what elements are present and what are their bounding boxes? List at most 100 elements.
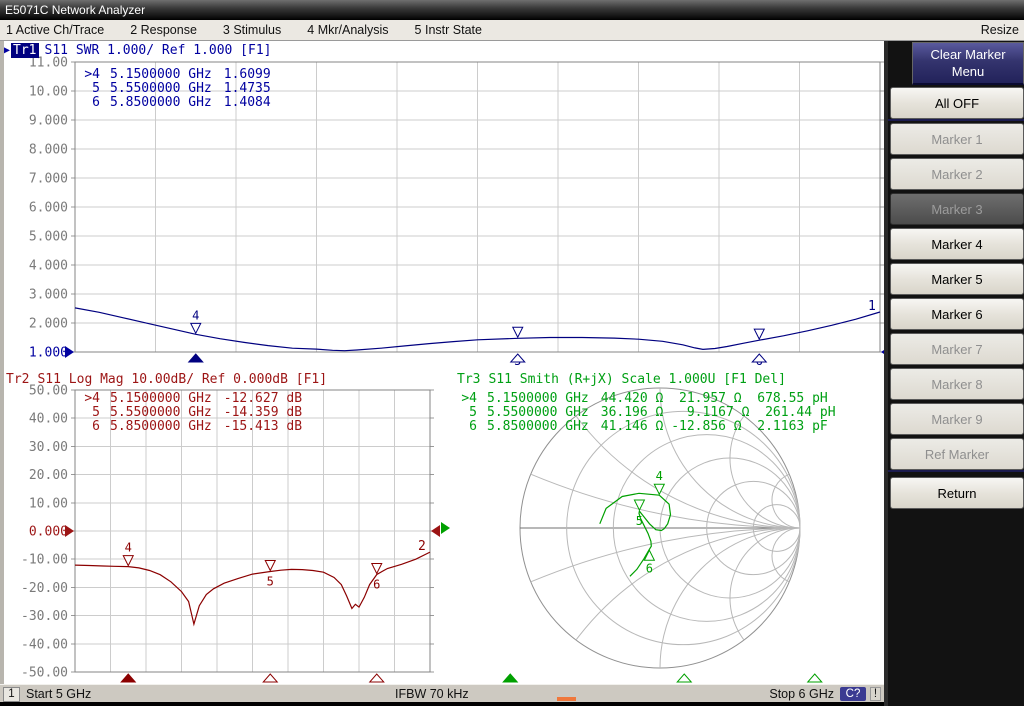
marker-value: 1.4084 xyxy=(224,96,271,110)
svg-text:40.00: 40.00 xyxy=(29,412,68,427)
marker-4-label: 4 xyxy=(192,308,199,322)
softkey-marker-4[interactable]: Marker 4 xyxy=(890,228,1024,260)
reference-level-arrow-left xyxy=(65,525,74,537)
trace-name-chip[interactable]: Tr2 xyxy=(4,372,31,387)
window-frame-edge xyxy=(0,41,4,684)
channel-number-box: 1 xyxy=(3,687,20,702)
marker-stimulus: 5.5500000 GHz xyxy=(110,82,212,96)
marker-readout-tr3: >45.1500000 GHz44.420 Ω 21.957 Ω 678.55 … xyxy=(455,392,836,434)
app-window: E5071C Network Analyzer 1 Active Ch/Trac… xyxy=(0,0,1024,706)
marker-stimulus: 5.8500000 GHz xyxy=(110,96,212,110)
marker-4-icon xyxy=(654,484,664,494)
marker-4-icon xyxy=(123,556,133,566)
softkey-marker-5[interactable]: Marker 5 xyxy=(890,263,1024,295)
marker-number: >4 xyxy=(455,392,477,406)
svg-text:10.00: 10.00 xyxy=(29,85,68,100)
smith-reference-arrow xyxy=(441,522,450,534)
trace-format-text: S11 SWR 1.000/ Ref 1.000 [F1] xyxy=(45,43,272,58)
marker-number: 6 xyxy=(78,96,100,110)
softkey-marker-2[interactable]: Marker 2 xyxy=(890,158,1024,190)
marker-number: 6 xyxy=(78,420,100,434)
sweep-indicator xyxy=(557,697,576,701)
marker-4-icon xyxy=(191,323,201,333)
marker-stimulus: 5.8500000 GHz xyxy=(110,420,212,434)
reference-level-arrow-right xyxy=(431,525,440,537)
status-bar: 1 Start 5 GHz IFBW 70 kHz Stop 6 GHz C? … xyxy=(0,684,884,702)
marker-value: 41.146 Ω -12.856 Ω 2.1163 pF xyxy=(601,420,828,434)
marker-5-icon xyxy=(513,327,523,337)
marker-number: 5 xyxy=(455,406,477,420)
svg-text:-20.00: -20.00 xyxy=(21,581,68,596)
svg-text:4.000: 4.000 xyxy=(29,259,68,274)
svg-text:5.000: 5.000 xyxy=(29,230,68,245)
marker-readout-row: 6 5.8500000 GHz 1.4084 xyxy=(78,96,271,110)
marker-stimulus: 5.1500000 GHz xyxy=(110,392,212,406)
trace-format-text: S11 Smith (R+jX) Scale 1.000U [F1 Del] xyxy=(488,372,785,387)
marker-stimulus-triangle xyxy=(189,354,203,362)
marker-readout-row: 55.5500000 GHz1.4735 xyxy=(78,82,271,96)
softkey-scroll-strip xyxy=(884,41,888,706)
menu-item-5-instr-state[interactable]: 5 Instr State xyxy=(415,23,482,37)
marker-6-label: 6 xyxy=(646,561,653,575)
marker-number: >4 xyxy=(78,68,100,82)
marker-stimulus: 5.5500000 GHz xyxy=(487,406,589,420)
marker-stimulus: 5.8500000 GHz xyxy=(487,420,589,434)
softkey-marker-1[interactable]: Marker 1 xyxy=(890,123,1024,155)
plots-svg: 11.0010.009.0008.0007.0006.0005.0004.000… xyxy=(0,41,884,684)
svg-text:-40.00: -40.00 xyxy=(21,637,68,652)
tr1-trace-number-label: 1 xyxy=(868,299,876,314)
marker-readout-row: >45.1500000 GHz44.420 Ω 21.957 Ω 678.55 … xyxy=(455,392,836,406)
marker-stimulus: 5.1500000 GHz xyxy=(110,68,212,82)
tr2-trace-number-label: 2 xyxy=(418,539,426,554)
marker-readout-row: 55.5500000 GHz36.196 Ω 9.1167 Ω 261.44 p… xyxy=(455,406,836,420)
marker-stimulus: 5.5500000 GHz xyxy=(110,406,212,420)
channel-window: 11.0010.009.0008.0007.0006.0005.0004.000… xyxy=(0,41,884,684)
svg-text:3.000: 3.000 xyxy=(29,288,68,303)
menu-item-2-response[interactable]: 2 Response xyxy=(130,23,197,37)
svg-text:-50.00: -50.00 xyxy=(21,666,68,681)
marker-stimulus-triangle xyxy=(263,674,277,682)
softkey-return[interactable]: Return xyxy=(890,477,1024,509)
marker-readout-row: >45.1500000 GHz1.6099 xyxy=(78,68,271,82)
softkey-menu-title: Clear Marker Menu xyxy=(912,42,1024,85)
marker-5-label: 5 xyxy=(267,574,274,588)
softkey-marker-8[interactable]: Marker 8 xyxy=(890,368,1024,400)
marker-value: 1.4735 xyxy=(224,82,271,96)
marker-readout-row: 65.8500000 GHz-15.413 dB xyxy=(78,420,302,434)
trace-name-chip[interactable]: Tr3 xyxy=(455,372,482,387)
menu-bar: 1 Active Ch/Trace 2 Response 3 Stimulus 4 M… xyxy=(0,20,1024,41)
marker-readout-row: 55.5500000 GHz-14.359 dB xyxy=(78,406,302,420)
svg-text:8.000: 8.000 xyxy=(29,143,68,158)
marker-number: >4 xyxy=(78,392,100,406)
softkey-separator xyxy=(888,119,1024,121)
menu-item-1-active-ch-trace[interactable]: 1 Active Ch/Trace xyxy=(6,23,104,37)
softkey-marker-3[interactable]: Marker 3 xyxy=(890,193,1024,225)
marker-stimulus-triangle xyxy=(121,674,135,682)
tr1-y-axis-labels: 11.0010.009.0008.0007.0006.0005.0004.000… xyxy=(29,56,68,361)
marker-stimulus: 5.1500000 GHz xyxy=(487,392,589,406)
softkey-marker-6[interactable]: Marker 6 xyxy=(890,298,1024,330)
status-stop-frequency: Stop 6 GHz xyxy=(769,687,834,701)
marker-stimulus-triangle xyxy=(677,674,691,682)
trace-header-tr1: ▶Tr1S11 SWR 1.000/ Ref 1.000 [F1] xyxy=(4,42,272,58)
softkey-all-off[interactable]: All OFF xyxy=(890,87,1024,119)
menu-item-3-stimulus[interactable]: 3 Stimulus xyxy=(223,23,281,37)
svg-text:1.000: 1.000 xyxy=(29,346,68,361)
title-bar[interactable]: E5071C Network Analyzer xyxy=(0,0,1024,20)
trace-format-text: S11 Log Mag 10.00dB/ Ref 0.000dB [F1] xyxy=(37,372,327,387)
marker-4-label: 4 xyxy=(125,541,132,555)
softkey-marker-7[interactable]: Marker 7 xyxy=(890,333,1024,365)
window-title: E5071C Network Analyzer xyxy=(5,3,145,17)
marker-6-icon xyxy=(754,329,764,339)
softkey-separator xyxy=(888,470,1024,472)
menu-item-4-mkr-analysis[interactable]: 4 Mkr/Analysis xyxy=(307,23,388,37)
marker-readout-row: >45.1500000 GHz-12.627 dB xyxy=(78,392,302,406)
marker-stimulus-triangle xyxy=(370,674,384,682)
softkey-marker-9[interactable]: Marker 9 xyxy=(890,403,1024,435)
marker-stimulus-triangle xyxy=(511,354,525,362)
trace-name-chip[interactable]: Tr1 xyxy=(11,43,38,58)
marker-readout-row: 65.8500000 GHz41.146 Ω -12.856 Ω 2.1163 … xyxy=(455,420,836,434)
svg-text:-30.00: -30.00 xyxy=(21,609,68,624)
menu-item-resize[interactable]: Resize xyxy=(981,20,1019,40)
softkey-ref-marker[interactable]: Ref Marker xyxy=(890,438,1024,470)
